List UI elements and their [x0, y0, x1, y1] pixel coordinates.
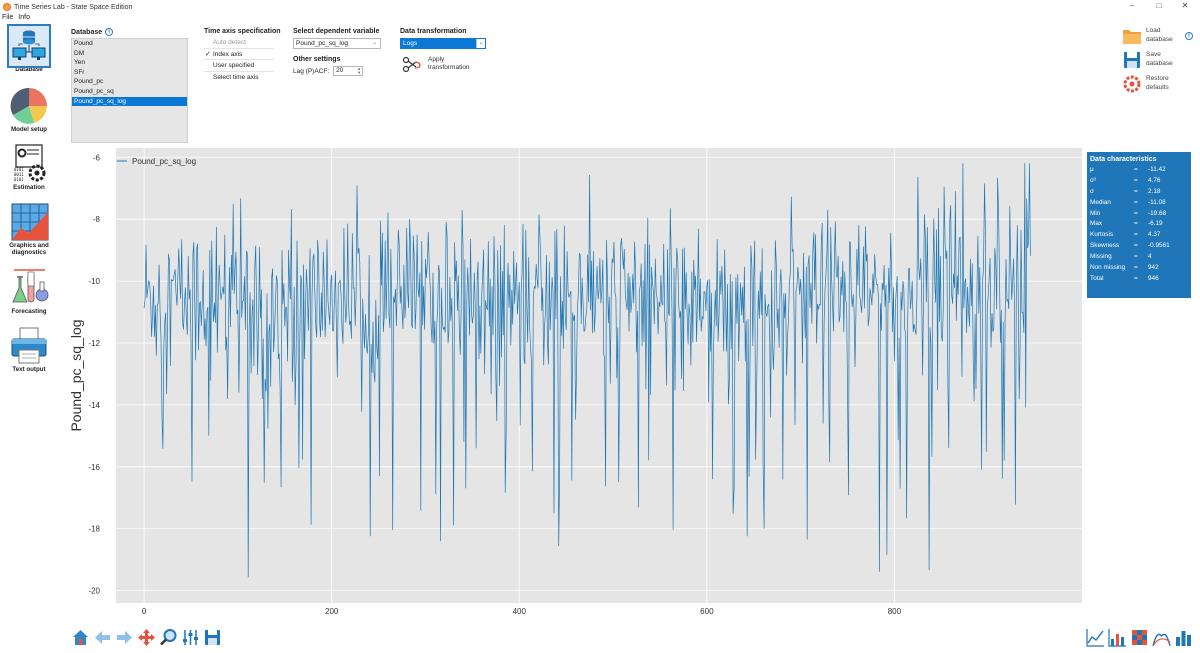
label-line: database	[1146, 35, 1173, 43]
stat-value: -19.68	[1148, 209, 1167, 217]
stat-key: Min	[1090, 209, 1101, 217]
floppy-icon	[1124, 52, 1140, 68]
stat-key: Missing	[1090, 253, 1112, 261]
legend-label: Pound_pc_sq_log	[132, 157, 196, 166]
save-database-button[interactable]: Save database	[1122, 51, 1173, 69]
stat-row: Skewness = -0.9561	[1090, 241, 1188, 252]
stat-key: Total	[1090, 274, 1104, 282]
stat-row: Kurtosis = 4.37	[1090, 230, 1188, 241]
y-tick-label: -16	[88, 463, 100, 472]
home-icon[interactable]	[71, 628, 90, 647]
x-tick-label: 400	[513, 607, 527, 616]
stat-value: 4	[1148, 253, 1152, 261]
stat-equals: =	[1134, 198, 1138, 206]
y-tick-label: -6	[93, 153, 101, 162]
stat-value: 942	[1148, 264, 1159, 272]
y-tick-label: -14	[88, 401, 100, 410]
stat-value: 946	[1148, 274, 1159, 282]
stat-equals: =	[1134, 220, 1138, 228]
zoom-icon[interactable]	[159, 628, 178, 647]
forward-arrow-icon[interactable]	[115, 628, 134, 647]
x-tick-label: 800	[888, 607, 902, 616]
load-database-label: Load database	[1146, 27, 1173, 44]
stat-equals: =	[1134, 166, 1138, 173]
stat-equals: =	[1134, 231, 1138, 239]
stat-equals: =	[1134, 209, 1138, 217]
maximize-button[interactable]: □	[1152, 1, 1166, 10]
stat-key: μ	[1090, 166, 1094, 173]
restore-icon	[1123, 75, 1141, 93]
load-database-button[interactable]: Load database	[1122, 27, 1173, 45]
y-tick-label: -20	[88, 587, 100, 596]
x-tick-label: 200	[325, 607, 339, 616]
label-line: database	[1146, 59, 1173, 67]
restore-defaults-label: Restore defaults	[1146, 75, 1169, 92]
stat-value: 4.37	[1148, 231, 1161, 239]
stat-value: 2.18	[1148, 187, 1161, 195]
stat-row: Max = -6.19	[1090, 219, 1188, 230]
x-tick-label: 600	[700, 607, 714, 616]
stat-key: Skewness	[1090, 242, 1120, 250]
stat-equals: =	[1134, 187, 1138, 195]
x-tick-label: 0	[142, 607, 147, 616]
stat-equals: =	[1134, 253, 1138, 261]
stat-key: σ	[1090, 187, 1094, 195]
plot-toolbar	[71, 628, 222, 647]
stat-equals: =	[1134, 264, 1138, 272]
stat-row: μ = -11.42	[1090, 165, 1188, 176]
stat-key: Non missing	[1090, 264, 1126, 272]
stat-row: Total = 946	[1090, 274, 1188, 285]
stat-row: Min = -19.68	[1090, 209, 1188, 220]
stat-key: Kurtosis	[1090, 231, 1114, 239]
info-icon[interactable]: i	[1185, 32, 1193, 40]
data-characteristics-panel: Data characteristics μ = -11.42 σ² = 4.76 σ = 2.…	[1087, 152, 1191, 298]
histogram-icon[interactable]	[1174, 628, 1193, 647]
label-line: Restore	[1146, 75, 1169, 82]
save-figure-icon[interactable]	[203, 628, 222, 647]
stat-equals: =	[1134, 176, 1138, 184]
line-plot-icon[interactable]	[1086, 628, 1105, 647]
stat-row: σ = 2.18	[1090, 187, 1188, 198]
back-arrow-icon[interactable]	[93, 628, 112, 647]
stat-row: Missing = 4	[1090, 252, 1188, 263]
y-tick-label: -10	[88, 277, 100, 286]
save-database-label: Save database	[1146, 51, 1173, 68]
pan-icon[interactable]	[137, 628, 156, 647]
time-series-chart[interactable]: 0 200 400 600 800 -6 -8 -10 -12 -14 -16 -18 -20 Pound…	[0, 0, 1085, 620]
plot-type-toolbar	[1086, 628, 1193, 647]
stat-key: Median	[1090, 198, 1111, 206]
y-tick-label: -8	[93, 215, 101, 224]
label-line: defaults	[1146, 83, 1169, 91]
label-line: Save	[1146, 51, 1161, 58]
stat-value: -11.42	[1148, 166, 1166, 173]
stat-value: -0.9561	[1148, 242, 1170, 250]
data-characteristics-title: Data characteristics	[1090, 156, 1157, 163]
stat-value: -11.08	[1148, 198, 1166, 206]
stat-key: Max	[1090, 220, 1103, 228]
restore-defaults-button[interactable]: Restore defaults	[1122, 75, 1169, 93]
stat-equals: =	[1134, 242, 1138, 250]
stat-row: Median = -11.08	[1090, 198, 1188, 209]
stat-value: 4.76	[1148, 176, 1161, 184]
stat-row: Non missing = 942	[1090, 263, 1188, 274]
bar-plot-icon[interactable]	[1108, 628, 1127, 647]
stat-equals: =	[1134, 274, 1138, 282]
series-line	[143, 163, 1031, 578]
heatmap-icon[interactable]	[1130, 628, 1149, 647]
density-icon[interactable]	[1152, 628, 1171, 647]
stat-value: -6.19	[1148, 220, 1163, 228]
minimize-button[interactable]: –	[1125, 1, 1139, 10]
stat-row: σ² = 4.76	[1090, 176, 1188, 187]
configure-icon[interactable]	[181, 628, 200, 647]
y-tick-label: -18	[88, 525, 100, 534]
folder-icon	[1123, 30, 1141, 44]
y-axis-label: Pound_pc_sq_log	[68, 319, 84, 431]
stat-key: σ²	[1090, 176, 1097, 184]
y-tick-label: -12	[88, 339, 100, 348]
close-button[interactable]: ✕	[1178, 1, 1192, 10]
label-line: Load	[1146, 27, 1161, 34]
